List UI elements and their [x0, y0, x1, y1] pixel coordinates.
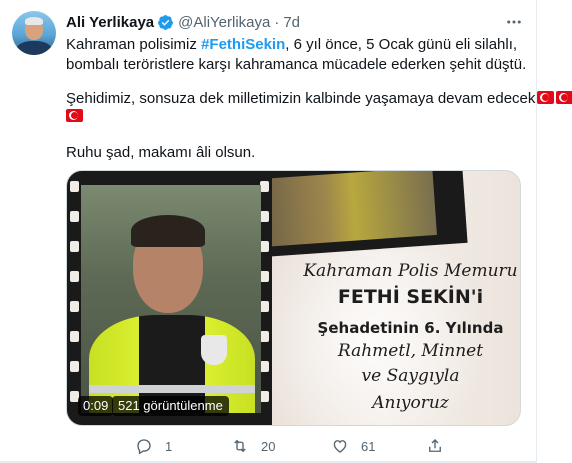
like-count: 61 — [361, 438, 376, 454]
turkish-flag-icon — [556, 91, 572, 104]
verified-badge-icon — [158, 14, 174, 30]
tweet-text-line-3b — [66, 107, 83, 127]
more-options-icon — [507, 20, 521, 24]
retweet-count: 20 — [261, 438, 276, 454]
caption-line-2: FETHİ SEKİN'i — [337, 286, 484, 308]
tweet-text-line-2: bombalı teröristlere karşı kahramanca mü… — [66, 56, 527, 73]
tweet-text-line-3: Şehidimiz, sonsuza dek milletimizin kalb… — [66, 89, 572, 109]
timeline-divider — [536, 0, 537, 463]
hashtag-link[interactable]: #FethiSekin — [201, 36, 285, 53]
text-segment: Kahraman polisimiz — [66, 36, 202, 53]
officer-portrait — [81, 185, 261, 413]
turkish-flag-icon — [537, 91, 555, 104]
share-icon — [429, 439, 441, 452]
text-segment: Şehidimiz, sonsuza dek milletimizin kalb… — [66, 90, 536, 107]
video-duration: 0:09 — [78, 396, 114, 416]
caption-line-6: Anıyoruz — [372, 393, 449, 413]
author-name[interactable]: Ali Yerlikaya — [66, 14, 154, 31]
share-button[interactable] — [426, 436, 444, 456]
reply-count: 1 — [165, 438, 173, 454]
video-player[interactable]: Kahraman Polis Memuru FETHİ SEKİN'i Şeha… — [66, 170, 521, 426]
more-options-button[interactable] — [503, 12, 525, 32]
caption-line-3: Şehadetinin 6. Yılında — [317, 319, 504, 337]
tweet-text-line-1: Kahraman polisimiz #FethiSekin, 6 yıl ön… — [66, 35, 517, 55]
caption-line-1: Kahraman Polis Memuru — [303, 261, 518, 281]
turkish-flag-icon — [66, 109, 83, 122]
reply-icon — [137, 439, 151, 455]
text-segment: , 6 yıl önce, 5 Ocak günü eli silahlı, — [285, 36, 518, 53]
tweet-text-line-4: Ruhu şad, makamı âli olsun. — [66, 144, 256, 161]
tweet-header: Ali Yerlikaya @AliYerlikaya · 7d — [66, 12, 300, 32]
like-icon — [333, 440, 347, 453]
film-strip-left — [67, 171, 272, 425]
avatar[interactable] — [12, 11, 56, 55]
video-view-count: 521 görüntülenme — [112, 396, 229, 416]
reply-button[interactable]: 1 — [135, 436, 172, 456]
caption-line-5: ve Saygıyla — [361, 366, 460, 386]
retweet-button[interactable]: 20 — [231, 436, 275, 456]
caption-line-4: Rahmetl, Minnet — [337, 341, 484, 361]
dot-separator: · — [274, 13, 280, 31]
author-handle[interactable]: @AliYerlikaya — [178, 14, 270, 31]
retweet-icon — [234, 439, 246, 453]
tweet-time[interactable]: 7d — [283, 14, 300, 31]
like-button[interactable]: 61 — [331, 436, 375, 456]
